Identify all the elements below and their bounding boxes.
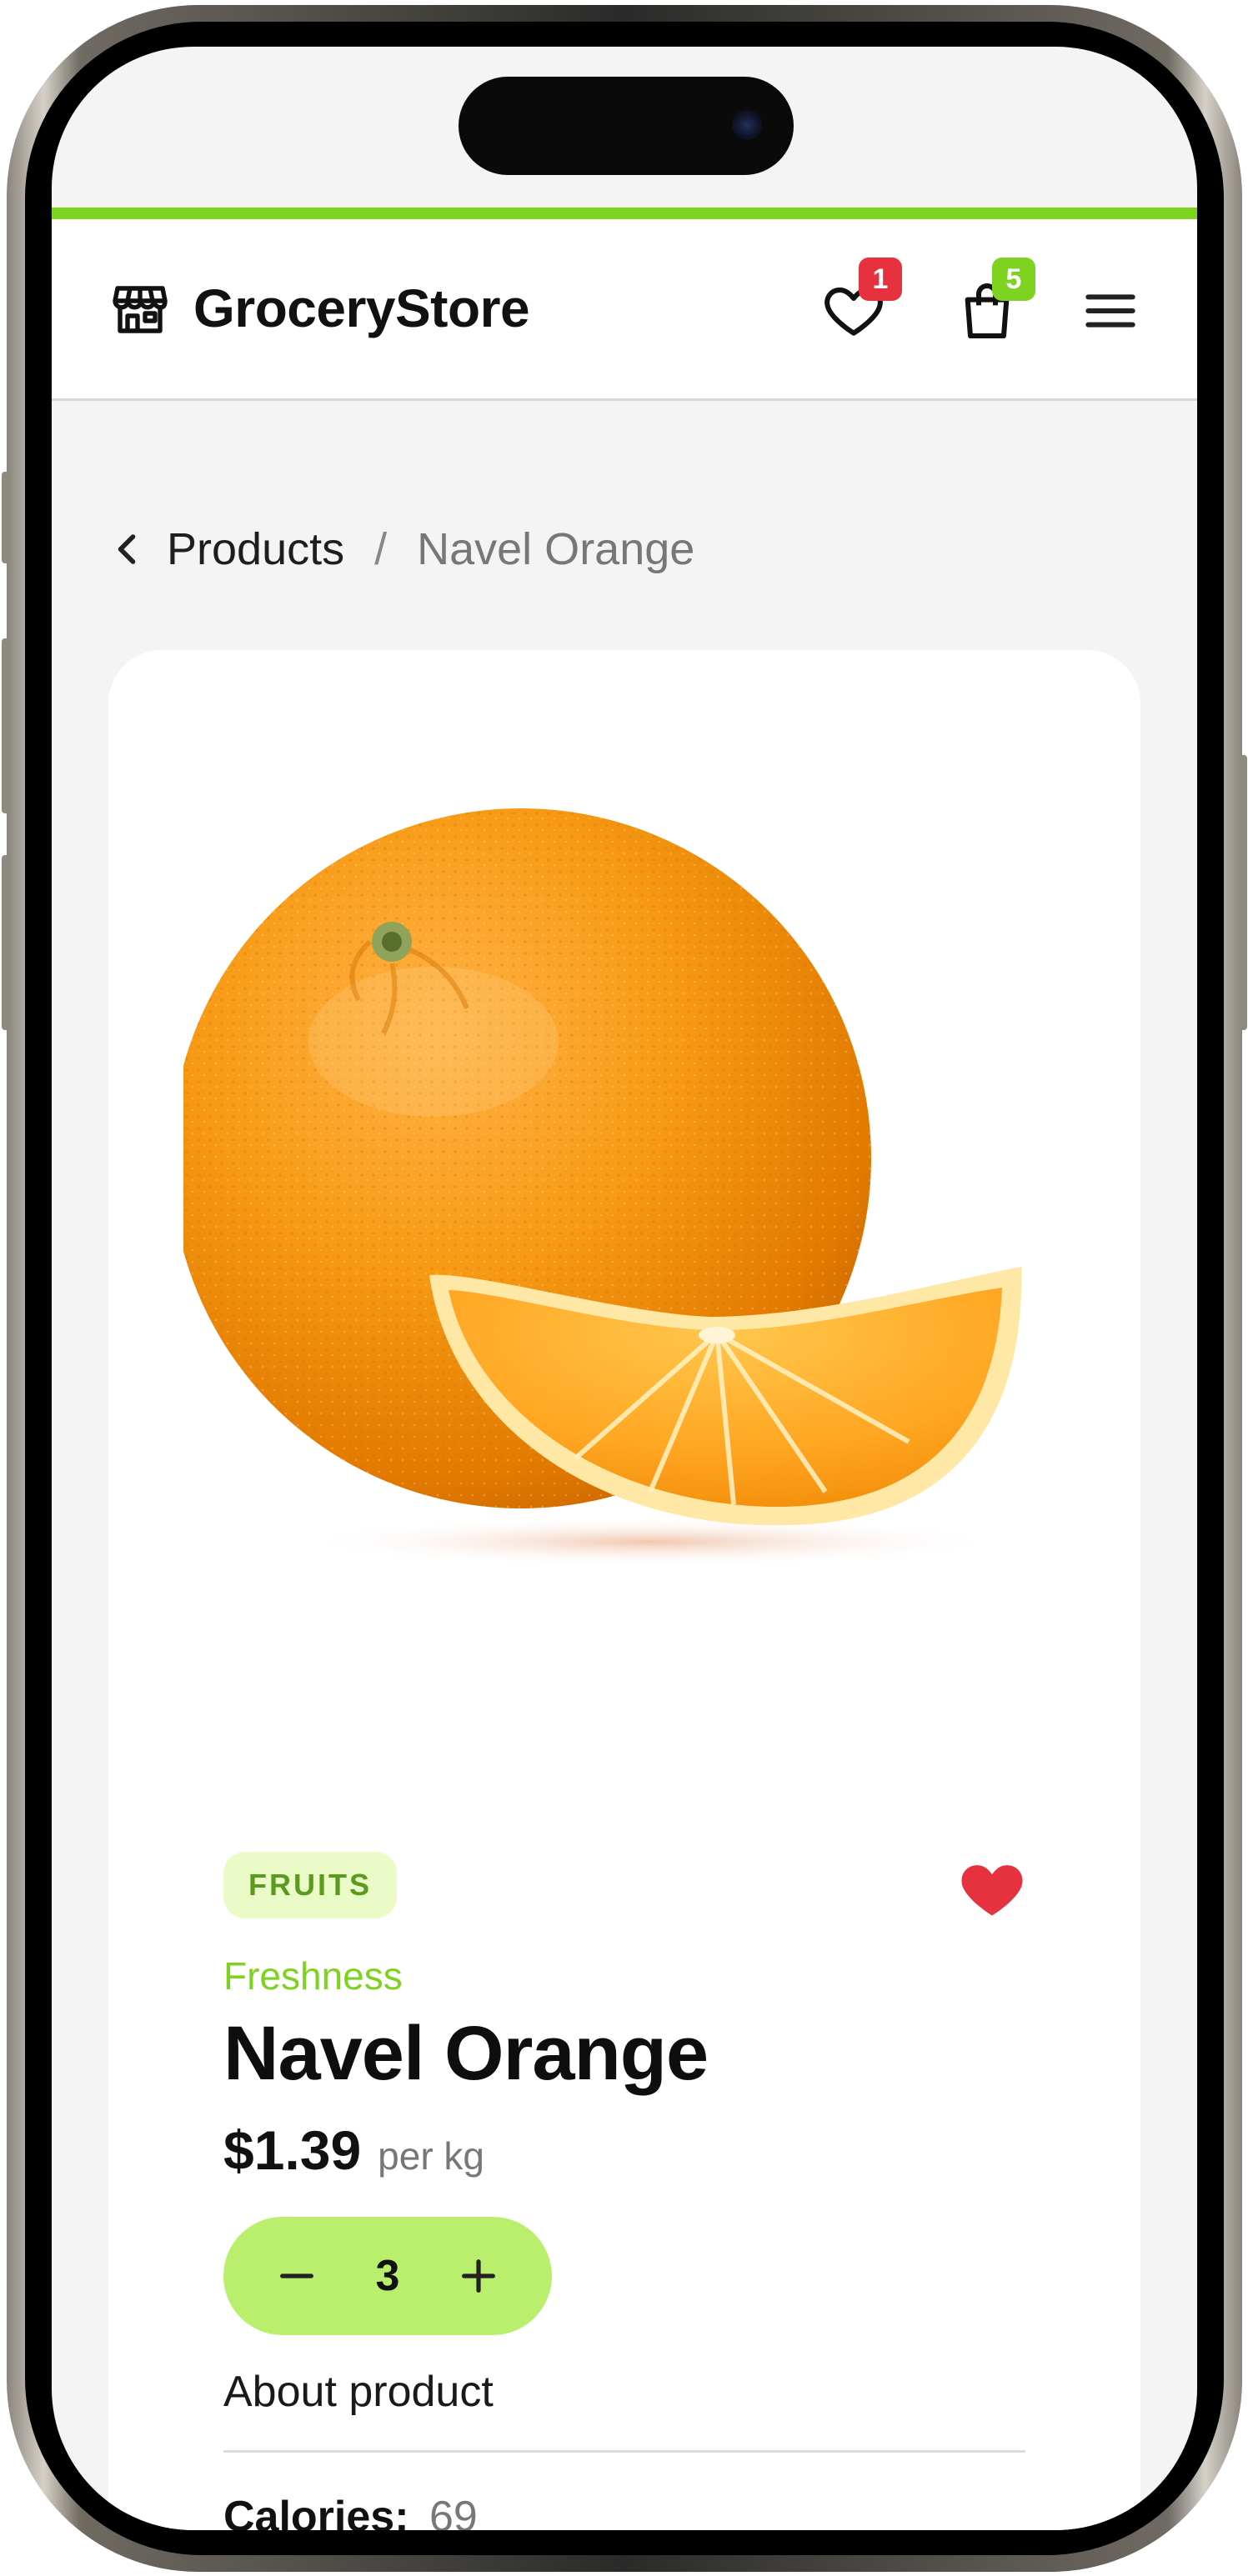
calories-value: 69 bbox=[429, 2493, 478, 2530]
accent-bar bbox=[52, 208, 1197, 219]
chevron-left-icon[interactable] bbox=[110, 524, 143, 574]
hamburger-menu-icon bbox=[1085, 294, 1135, 328]
app-header: GroceryStore 1 5 bbox=[52, 219, 1197, 401]
decrement-button[interactable] bbox=[273, 2253, 320, 2299]
minus-icon bbox=[280, 2273, 313, 2278]
price-unit: per kg bbox=[378, 2134, 485, 2178]
product-price: $1.39 bbox=[223, 2119, 362, 2181]
brand-name: GroceryStore bbox=[193, 278, 530, 338]
heart-filled-icon[interactable] bbox=[957, 1855, 1027, 1918]
calories-label: Calories: bbox=[223, 2493, 409, 2530]
power-button bbox=[1239, 755, 1247, 1030]
price-row: $1.39 per kg bbox=[223, 2118, 484, 2182]
dynamic-island bbox=[459, 77, 794, 175]
menu-button[interactable] bbox=[1077, 278, 1144, 344]
product-card: FRUITS Freshness Navel Orange $1.39 per … bbox=[108, 650, 1140, 2530]
brand-logo[interactable]: GroceryStore bbox=[110, 278, 530, 339]
product-title: Navel Orange bbox=[223, 2011, 709, 2096]
wishlist-count-badge: 1 bbox=[859, 258, 902, 301]
wishlist-button[interactable]: 1 bbox=[820, 258, 902, 344]
app-screen: GroceryStore 1 5 Products / Navel Orange… bbox=[52, 47, 1197, 2530]
storefront-icon bbox=[113, 286, 168, 333]
quantity-value: 3 bbox=[375, 2252, 400, 2300]
cart-button[interactable]: 5 bbox=[954, 258, 1035, 344]
category-badge[interactable]: FRUITS bbox=[223, 1852, 397, 1918]
breadcrumb-separator: / bbox=[374, 524, 388, 574]
breadcrumb-products-link[interactable]: Products bbox=[167, 523, 344, 575]
product-subtitle: Freshness bbox=[223, 1954, 403, 1998]
camera-lens bbox=[732, 110, 762, 140]
breadcrumb: Products / Navel Orange bbox=[110, 523, 694, 575]
increment-button[interactable] bbox=[455, 2253, 502, 2299]
cart-count-badge: 5 bbox=[992, 258, 1035, 301]
about-product-heading[interactable]: About product bbox=[223, 2367, 494, 2417]
action-button bbox=[2, 472, 10, 563]
volume-down-button bbox=[2, 855, 10, 1030]
quantity-stepper: 3 bbox=[223, 2217, 552, 2335]
volume-up-button bbox=[2, 638, 10, 813]
section-divider bbox=[223, 2450, 1025, 2453]
product-image bbox=[183, 808, 1022, 1567]
plus-icon bbox=[462, 2259, 495, 2293]
calories-row: Calories: 69 bbox=[223, 2492, 478, 2530]
breadcrumb-current: Navel Orange bbox=[417, 524, 695, 574]
